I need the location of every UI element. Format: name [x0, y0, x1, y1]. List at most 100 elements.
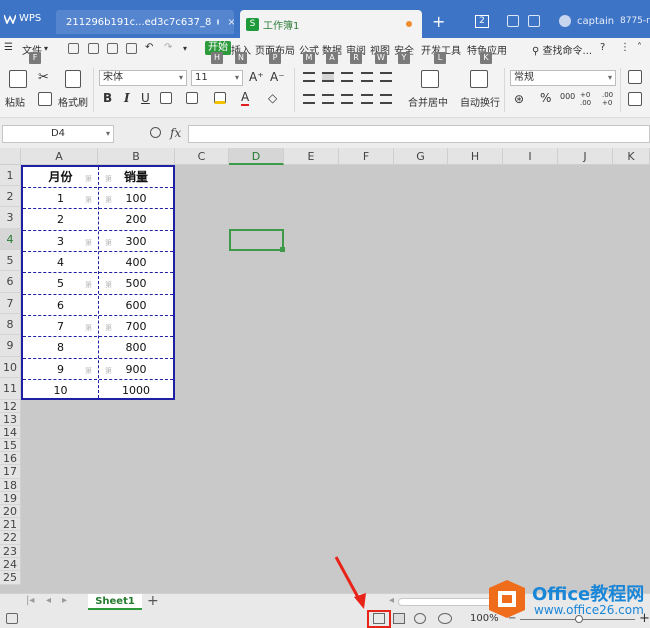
- row-header[interactable]: 24: [0, 558, 21, 571]
- table-cell[interactable]: 10: [23, 380, 98, 401]
- undo-icon[interactable]: ↶: [145, 42, 153, 53]
- row-header[interactable]: 8: [0, 314, 21, 335]
- row-header[interactable]: 11: [0, 378, 21, 400]
- decrease-decimal-button[interactable]: .00 +0: [602, 91, 618, 107]
- number-format-select[interactable]: 常规 ▾: [510, 70, 616, 86]
- wrap-text-icon[interactable]: [470, 70, 488, 88]
- align-bottom-icon[interactable]: [341, 72, 353, 82]
- align-middle-icon[interactable]: [322, 72, 334, 82]
- table-cell[interactable]: 600: [99, 295, 173, 316]
- user-name[interactable]: captain: [577, 16, 614, 27]
- copy-icon[interactable]: [38, 92, 52, 106]
- row-header[interactable]: 16: [0, 452, 21, 465]
- fill-handle[interactable]: [280, 247, 285, 252]
- bold-button[interactable]: B: [103, 91, 112, 105]
- add-sheet-button[interactable]: +: [147, 593, 159, 609]
- row-header[interactable]: 13: [0, 413, 21, 426]
- conditional-format-icon[interactable]: [628, 70, 642, 84]
- column-header-c[interactable]: C: [175, 148, 229, 165]
- paste-button-label[interactable]: 粘贴: [5, 94, 25, 109]
- table-cell[interactable]: 8: [23, 337, 98, 358]
- merge-center-label[interactable]: 合并居中: [408, 94, 448, 109]
- table-cell[interactable]: 800: [99, 337, 173, 358]
- table-cell[interactable]: 6: [23, 295, 98, 316]
- row-header[interactable]: 18: [0, 479, 21, 492]
- row-header[interactable]: 21: [0, 518, 21, 531]
- menu-hamburger-icon[interactable]: ☰: [4, 42, 13, 53]
- font-name-select[interactable]: 宋体 ▾: [99, 70, 187, 86]
- table-cell[interactable]: 2: [23, 209, 98, 230]
- workbook-tab[interactable]: S 工作簿1: [240, 10, 422, 38]
- prev-sheet-icon[interactable]: ◂: [46, 595, 51, 606]
- align-center-icon[interactable]: [322, 94, 334, 104]
- format-painter-label[interactable]: 格式刷: [58, 94, 88, 109]
- column-header-d[interactable]: D: [229, 148, 284, 165]
- thousands-separator-button[interactable]: 000: [560, 92, 575, 101]
- row-header[interactable]: 2: [0, 186, 21, 207]
- collapse-ribbon-icon[interactable]: ˄: [637, 42, 642, 53]
- column-header-h[interactable]: H: [448, 148, 503, 165]
- selected-cell-d4[interactable]: [229, 229, 285, 252]
- row-header[interactable]: 1: [0, 165, 21, 186]
- row-header[interactable]: 3: [0, 207, 21, 229]
- row-header[interactable]: 6: [0, 271, 21, 293]
- page-break-preview-icon[interactable]: [393, 613, 405, 624]
- row-header[interactable]: 5: [0, 250, 21, 271]
- row-header[interactable]: 14: [0, 426, 21, 439]
- document-tab[interactable]: W 211296b191c...ed3c7c637_8 ×: [56, 10, 234, 34]
- skin-icon[interactable]: [507, 15, 519, 27]
- distributed-icon[interactable]: [380, 94, 392, 104]
- align-top-icon[interactable]: [303, 72, 315, 82]
- settings-icon[interactable]: [528, 15, 540, 27]
- row-header[interactable]: 22: [0, 531, 21, 545]
- redo-icon[interactable]: ↷: [164, 42, 172, 53]
- macro-record-icon[interactable]: [6, 613, 18, 624]
- reading-mode-icon[interactable]: [414, 613, 426, 624]
- row-header[interactable]: 25: [0, 571, 21, 585]
- currency-icon[interactable]: ⊛: [514, 92, 524, 106]
- align-left-icon[interactable]: [303, 94, 315, 104]
- fill-style-icon[interactable]: [186, 92, 198, 104]
- row-header[interactable]: 9: [0, 335, 21, 357]
- indent-decrease-icon[interactable]: [361, 72, 373, 82]
- file-dropdown-icon[interactable]: ▾: [44, 44, 48, 53]
- percent-button[interactable]: %: [540, 91, 551, 105]
- table-cell[interactable]: 200: [99, 209, 173, 230]
- insert-function-icon[interactable]: fx: [170, 126, 181, 140]
- print-preview-icon[interactable]: [126, 43, 137, 54]
- print-icon[interactable]: [107, 43, 118, 54]
- row-header[interactable]: 10: [0, 357, 21, 378]
- row-header[interactable]: 12: [0, 400, 21, 413]
- column-header-g[interactable]: G: [394, 148, 448, 165]
- clear-format-icon[interactable]: ◇: [268, 91, 277, 105]
- increase-decimal-button[interactable]: +0 .00: [580, 91, 596, 107]
- scroll-left-icon[interactable]: ◂: [389, 595, 394, 606]
- formula-input[interactable]: [188, 125, 650, 143]
- column-header-i[interactable]: I: [503, 148, 558, 165]
- column-header-e[interactable]: E: [284, 148, 339, 165]
- eye-protection-icon[interactable]: [438, 613, 452, 624]
- more-icon[interactable]: ⋮: [620, 42, 630, 53]
- column-header-k[interactable]: K: [613, 148, 650, 165]
- export-pdf-icon[interactable]: [88, 43, 99, 54]
- table-cell[interactable]: 400: [99, 252, 173, 273]
- window-count-badge[interactable]: 2: [475, 15, 489, 28]
- next-sheet-icon[interactable]: ▸: [62, 595, 67, 606]
- column-header-b[interactable]: B: [98, 148, 175, 165]
- select-all-corner[interactable]: [0, 148, 21, 165]
- close-tab-icon[interactable]: ×: [227, 17, 234, 28]
- first-sheet-icon[interactable]: |◂: [26, 595, 34, 606]
- decrease-font-icon[interactable]: A⁻: [270, 70, 285, 84]
- fill-color-icon[interactable]: [214, 92, 226, 104]
- quick-access-dropdown-icon[interactable]: ▾: [183, 44, 187, 53]
- table-style-icon[interactable]: [628, 92, 642, 106]
- zoom-formula-icon[interactable]: [150, 127, 161, 138]
- row-header-selected[interactable]: 4: [0, 229, 21, 250]
- new-tab-button[interactable]: +: [432, 12, 445, 31]
- cut-icon[interactable]: ✂: [38, 70, 49, 85]
- column-header-j[interactable]: J: [558, 148, 613, 165]
- borders-icon[interactable]: [160, 92, 172, 104]
- column-header-f[interactable]: F: [339, 148, 394, 165]
- save-icon[interactable]: [68, 43, 79, 54]
- row-header[interactable]: 23: [0, 545, 21, 558]
